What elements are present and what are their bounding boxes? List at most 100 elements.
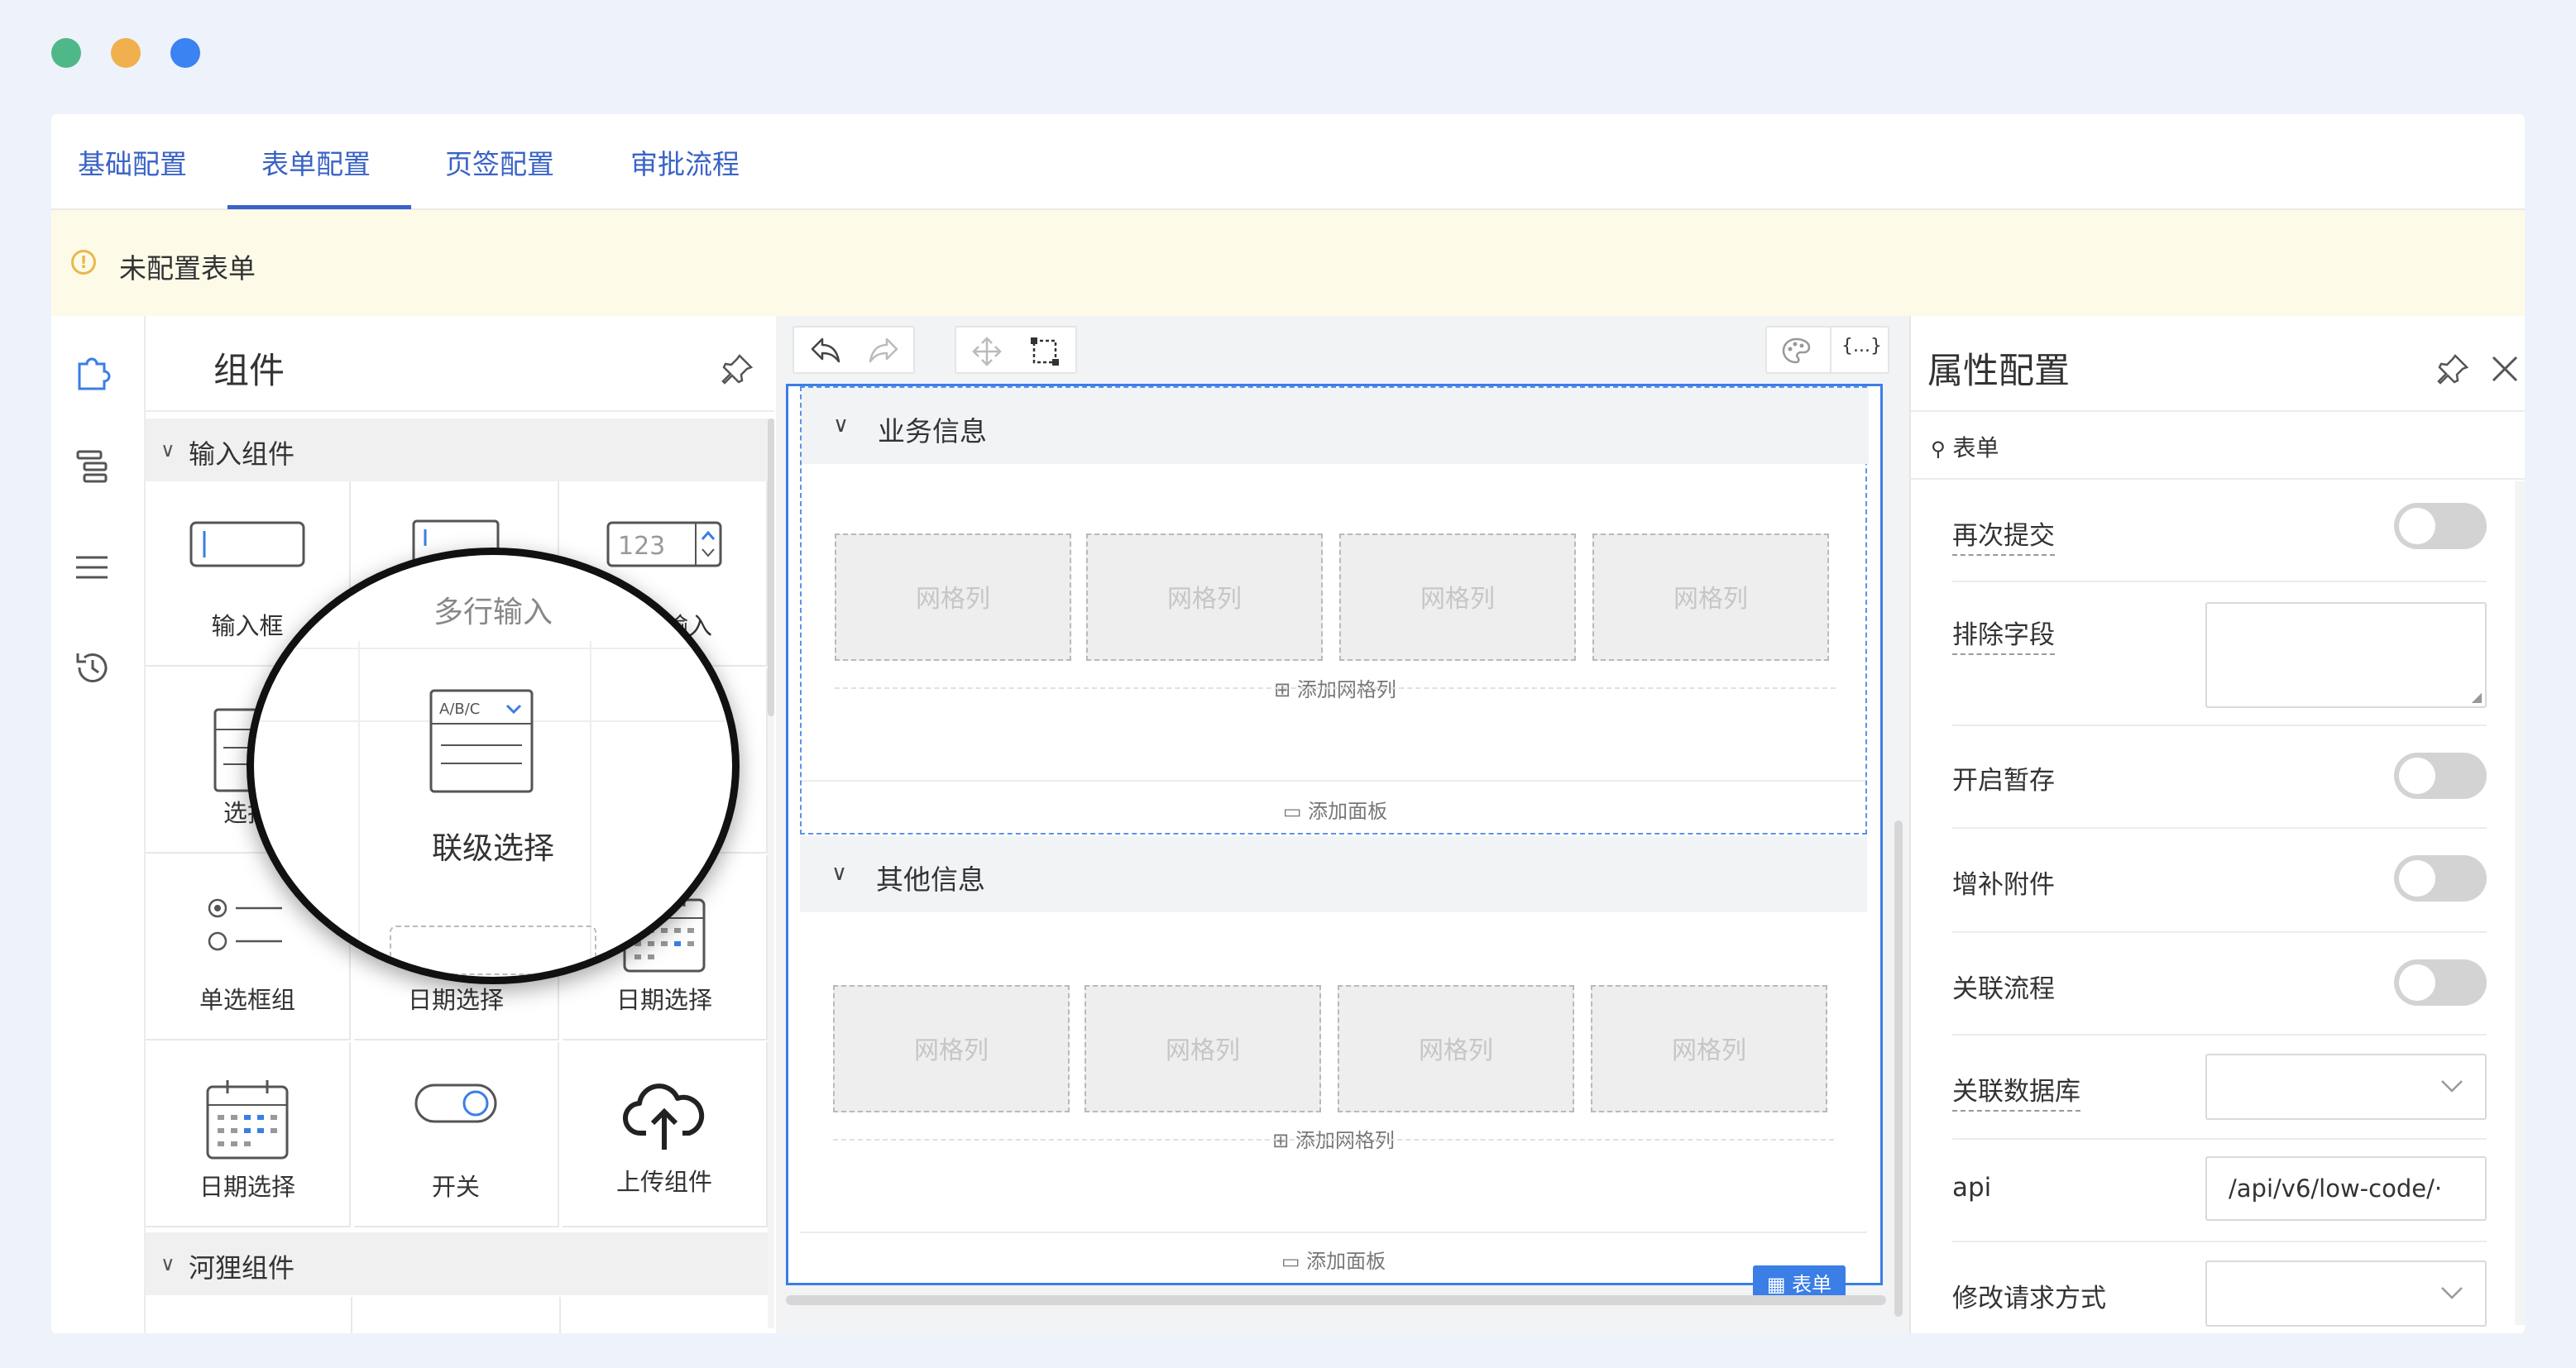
prop-label: 修改请求方式	[1952, 1284, 2106, 1313]
scrollbar-thumb[interactable]	[768, 419, 774, 716]
form-section[interactable]: ∨ 业务信息 网格列 网格列 网格列 网格列 ⊞ 添加网格列 ▭ 添加面板	[800, 386, 1869, 835]
canvas-h-scrollbar[interactable]	[786, 1295, 1886, 1305]
input-box-icon	[189, 521, 305, 567]
component-label: 上传组件	[615, 1168, 712, 1196]
chevron-down-icon	[2441, 1287, 2463, 1299]
grid-column[interactable]: 网格列	[1086, 533, 1323, 661]
api-input-value: /api/v6/low-code/·	[2229, 1174, 2443, 1203]
chevron-down-icon[interactable]: ∨	[833, 413, 849, 438]
link-database-select[interactable]	[2205, 1054, 2487, 1120]
history-icon[interactable]	[71, 647, 113, 688]
prop-row-api: api /api/v6/low-code/·	[1952, 1140, 2487, 1242]
tab-form-config[interactable]: 表单配置	[261, 142, 371, 182]
section-title: 其他信息	[876, 863, 985, 896]
active-tab-indicator	[227, 205, 411, 209]
component-icon[interactable]	[71, 349, 113, 390]
svg-text:123: 123	[618, 532, 665, 561]
form-canvas: {...} ∨ 业务信息 网格列 网格列 网格列 网格列 ⊞ 添加网格列 ▭ 添…	[776, 316, 1909, 1333]
add-panel-button[interactable]: ▭ 添加面板	[800, 1245, 1867, 1274]
breadcrumb-label: 表单	[1952, 434, 1999, 462]
api-input[interactable]: /api/v6/low-code/·	[2205, 1156, 2487, 1221]
svg-text:A/B/C: A/B/C	[439, 701, 480, 718]
grid-column[interactable]: 网格列	[1085, 985, 1321, 1112]
prop-row-supplement-attachment: 增补附件	[1952, 829, 2487, 933]
group-input-components[interactable]: ∨ 输入组件	[146, 419, 768, 481]
exclude-fields-textarea[interactable]: ◢	[2205, 602, 2487, 708]
prop-row-exclude-fields: 排除字段 ◢	[1952, 582, 2487, 726]
link-process-toggle[interactable]	[2394, 959, 2487, 1006]
canvas-v-scrollbar[interactable]	[1894, 820, 1903, 1317]
window-close-dot[interactable]	[51, 38, 81, 68]
redo-icon[interactable]	[867, 336, 900, 366]
marquee-select-icon[interactable]	[1029, 336, 1061, 367]
tab-page-config[interactable]: 页签配置	[445, 142, 554, 182]
undo-icon[interactable]	[809, 336, 842, 366]
prop-row-request-method: 修改请求方式	[1952, 1242, 2487, 1333]
view-toolbar: {...}	[1765, 326, 1889, 374]
section-header[interactable]: ∨ 业务信息	[802, 388, 1869, 464]
section-header[interactable]: ∨ 其他信息	[800, 836, 1867, 912]
chevron-down-icon	[2441, 1080, 2463, 1093]
switch-icon	[414, 1083, 497, 1123]
close-icon[interactable]	[2490, 354, 2520, 384]
group-beaver-components[interactable]: ∨ 河狸组件	[146, 1232, 768, 1295]
window-minimize-dot[interactable]	[111, 38, 141, 68]
form-section[interactable]: ∨ 其他信息 网格列 网格列 网格列 网格列 ⊞ 添加网格列 ▭ 添加面板	[800, 836, 1867, 1273]
chevron-down-icon: ∨	[160, 438, 175, 462]
calendar-icon	[206, 1080, 289, 1160]
alert-text: 未配置表单	[119, 252, 256, 285]
magnified-cascader-icon: A/B/C	[429, 689, 534, 793]
app-window: 基础配置 表单配置 页签配置 审批流程 ! 未配置表单 组件 ∨ 输入组件 输入…	[51, 114, 2525, 1333]
form-design-area: ∨ 业务信息 网格列 网格列 网格列 网格列 ⊞ 添加网格列 ▭ 添加面板 ∨ …	[786, 384, 1883, 1303]
breadcrumb[interactable]: ⚲ 表单	[1931, 430, 1999, 463]
property-scrollbar[interactable]	[2515, 481, 2525, 1325]
move-icon[interactable]	[971, 336, 1003, 367]
prop-label: 排除字段	[1952, 614, 2055, 655]
group-label: 河狸组件	[189, 1252, 295, 1284]
resubmit-toggle[interactable]	[2394, 503, 2487, 549]
warning-icon: !	[71, 250, 96, 275]
magnified-date-icon	[390, 926, 596, 975]
component-label: 日期选择	[615, 986, 712, 1014]
history-toolbar	[792, 326, 915, 374]
outline-icon[interactable]	[71, 447, 113, 488]
group-label: 输入组件	[189, 438, 295, 470]
upload-cloud-icon	[623, 1083, 705, 1150]
alert-bar: ! 未配置表单	[51, 210, 2525, 316]
palette-icon[interactable]	[1780, 336, 1812, 366]
prop-label: 关联数据库	[1952, 1070, 2080, 1112]
property-panel-title: 属性配置	[1927, 351, 2070, 392]
prop-label: 再次提交	[1952, 514, 2055, 556]
magnified-label: 联级选择	[432, 830, 554, 866]
window-maximize-dot[interactable]	[170, 38, 200, 68]
prop-label: api	[1952, 1173, 1992, 1203]
chevron-down-icon: ∨	[160, 1252, 175, 1275]
add-panel-button[interactable]: ▭ 添加面板	[802, 795, 1869, 824]
prop-row-link-database: 关联数据库	[1952, 1036, 2487, 1140]
grid-column[interactable]: 网格列	[1338, 985, 1574, 1112]
code-json-icon[interactable]: {...}	[1841, 336, 1882, 356]
prop-row-resubmit: 再次提交	[1952, 478, 2487, 582]
pin-icon[interactable]	[2437, 352, 2470, 385]
panel-scrollbar[interactable]	[768, 419, 774, 1328]
pin-icon[interactable]	[721, 352, 754, 385]
grid-column[interactable]: 网格列	[835, 533, 1071, 661]
chevron-down-icon[interactable]: ∨	[831, 861, 847, 886]
resize-handle-icon[interactable]: ◢	[2472, 689, 2482, 705]
enable-draft-toggle[interactable]	[2394, 753, 2487, 799]
grid-column[interactable]: 网格列	[1591, 985, 1827, 1112]
tab-basic-config[interactable]: 基础配置	[78, 142, 187, 182]
list-icon[interactable]	[71, 548, 113, 589]
component-switch[interactable]: 开关	[354, 1042, 559, 1227]
supplement-attachment-toggle[interactable]	[2394, 855, 2487, 902]
component-upload[interactable]: 上传组件	[563, 1042, 768, 1227]
magnified-label: 多行输入	[433, 596, 553, 629]
request-method-select[interactable]	[2205, 1260, 2487, 1327]
grid-column[interactable]: 网格列	[1339, 533, 1576, 661]
component-date-picker-2[interactable]: 日期选择	[146, 1042, 351, 1227]
prop-label: 开启暂存	[1952, 766, 2055, 796]
tab-approval-flow[interactable]: 审批流程	[630, 142, 740, 182]
grid-column[interactable]: 网格列	[1592, 533, 1829, 661]
grid-column[interactable]: 网格列	[833, 985, 1070, 1112]
tab-bar: 基础配置 表单配置 页签配置 审批流程	[51, 114, 2525, 210]
